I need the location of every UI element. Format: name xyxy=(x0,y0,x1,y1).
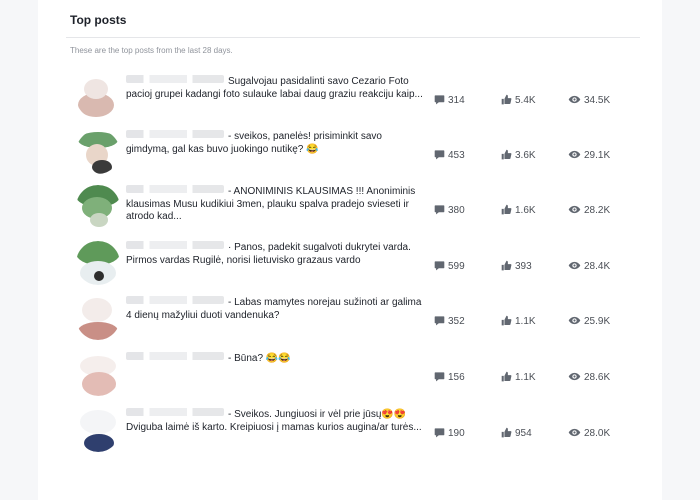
avatar xyxy=(76,130,120,174)
comments-value: 352 xyxy=(448,316,465,327)
comment-bubble-icon xyxy=(434,372,445,382)
views-count: 25.9K xyxy=(568,315,610,327)
likes-count: 393 xyxy=(501,260,532,272)
post-row[interactable]: - Sveikos. Jungiuosi ir vėl prie jūsų😍😍 … xyxy=(76,408,646,458)
eye-icon xyxy=(568,95,581,104)
eye-icon xyxy=(568,205,581,214)
thumbs-up-icon xyxy=(501,204,512,215)
thumbs-up-icon xyxy=(501,149,512,160)
redacted-author xyxy=(126,130,224,138)
thumbs-up-icon xyxy=(501,315,512,326)
redacted-author xyxy=(126,185,224,193)
likes-value: 393 xyxy=(515,261,532,272)
avatar xyxy=(76,296,120,340)
views-count: 34.5K xyxy=(568,94,610,106)
views-count: 28.4K xyxy=(568,260,610,272)
comment-bubble-icon xyxy=(434,150,445,160)
eye-icon xyxy=(568,150,581,159)
post-text[interactable]: · Panos, padekit sugalvoti dukrytei vard… xyxy=(126,241,426,267)
likes-value: 5.4K xyxy=(515,95,536,106)
comment-bubble-icon xyxy=(434,205,445,215)
views-value: 34.5K xyxy=(584,95,611,106)
redacted-author xyxy=(126,408,224,416)
redacted-author xyxy=(126,241,224,249)
views-value: 25.9K xyxy=(584,316,611,327)
comments-count: 314 xyxy=(434,94,465,106)
eye-icon xyxy=(568,372,581,381)
eye-icon xyxy=(568,316,581,325)
post-text[interactable]: - sveikos, panelės! prisiminkit savo gim… xyxy=(126,130,426,156)
views-count: 28.0K xyxy=(568,427,610,439)
likes-count: 954 xyxy=(501,427,532,439)
avatar xyxy=(76,352,120,396)
thumbs-up-icon xyxy=(501,94,512,105)
comments-count: 380 xyxy=(434,204,465,216)
likes-count: 1.6K xyxy=(501,204,536,216)
views-value: 29.1K xyxy=(584,150,611,161)
post-text-content: - Būna? 😂😂 xyxy=(228,353,291,364)
comment-bubble-icon xyxy=(434,261,445,271)
comment-bubble-icon xyxy=(434,316,445,326)
views-value: 28.2K xyxy=(584,205,611,216)
avatar xyxy=(76,408,120,452)
redacted-author xyxy=(126,75,224,83)
comment-bubble-icon xyxy=(434,428,445,438)
avatar xyxy=(76,75,120,119)
post-row[interactable]: - sveikos, panelės! prisiminkit savo gim… xyxy=(76,130,646,180)
comments-count: 453 xyxy=(434,149,465,161)
post-text[interactable]: - Sveikos. Jungiuosi ir vėl prie jūsų😍😍 … xyxy=(126,408,426,434)
views-value: 28.6K xyxy=(584,372,611,383)
comments-count: 190 xyxy=(434,427,465,439)
top-posts-card: Top posts These are the top posts from t… xyxy=(38,0,662,500)
likes-value: 3.6K xyxy=(515,150,536,161)
comments-count: 352 xyxy=(434,315,465,327)
likes-value: 1.6K xyxy=(515,205,536,216)
post-text[interactable]: Sugalvojau pasidalinti savo Cezario Foto… xyxy=(126,75,426,101)
eye-icon xyxy=(568,261,581,270)
post-text[interactable]: - Būna? 😂😂 xyxy=(126,352,426,366)
eye-icon xyxy=(568,428,581,437)
divider xyxy=(66,37,640,38)
post-row[interactable]: - ANONIMINIS KLAUSIMAS !!! Anoniminis kl… xyxy=(76,185,646,235)
views-count: 28.6K xyxy=(568,371,610,383)
likes-count: 1.1K xyxy=(501,315,536,327)
comments-value: 380 xyxy=(448,205,465,216)
likes-count: 5.4K xyxy=(501,94,536,106)
likes-count: 1.1K xyxy=(501,371,536,383)
avatar xyxy=(76,185,120,229)
likes-value: 954 xyxy=(515,428,532,439)
views-count: 29.1K xyxy=(568,149,610,161)
thumbs-up-icon xyxy=(501,371,512,382)
views-value: 28.0K xyxy=(584,428,611,439)
redacted-author xyxy=(126,296,224,304)
redacted-author xyxy=(126,352,224,360)
comments-value: 453 xyxy=(448,150,465,161)
post-row[interactable]: - Labas mamytes norejau sužinoti ar gali… xyxy=(76,296,646,346)
post-row[interactable]: - Būna? 😂😂 156 1.1K 28.6K xyxy=(76,352,646,402)
post-row[interactable]: · Panos, padekit sugalvoti dukrytei vard… xyxy=(76,241,646,291)
thumbs-up-icon xyxy=(501,427,512,438)
likes-count: 3.6K xyxy=(501,149,536,161)
views-count: 28.2K xyxy=(568,204,610,216)
comments-count: 599 xyxy=(434,260,465,272)
likes-value: 1.1K xyxy=(515,372,536,383)
comments-count: 156 xyxy=(434,371,465,383)
post-text[interactable]: - ANONIMINIS KLAUSIMAS !!! Anoniminis kl… xyxy=(126,185,426,224)
comments-value: 314 xyxy=(448,95,465,106)
views-value: 28.4K xyxy=(584,261,611,272)
comments-value: 156 xyxy=(448,372,465,383)
likes-value: 1.1K xyxy=(515,316,536,327)
post-row[interactable]: Sugalvojau pasidalinti savo Cezario Foto… xyxy=(76,75,646,125)
page-subtitle: These are the top posts from the last 28… xyxy=(70,46,233,55)
avatar xyxy=(76,241,120,285)
comment-bubble-icon xyxy=(434,95,445,105)
page-title: Top posts xyxy=(70,13,127,27)
comments-value: 599 xyxy=(448,261,465,272)
comments-value: 190 xyxy=(448,428,465,439)
thumbs-up-icon xyxy=(501,260,512,271)
post-text[interactable]: - Labas mamytes norejau sužinoti ar gali… xyxy=(126,296,426,322)
